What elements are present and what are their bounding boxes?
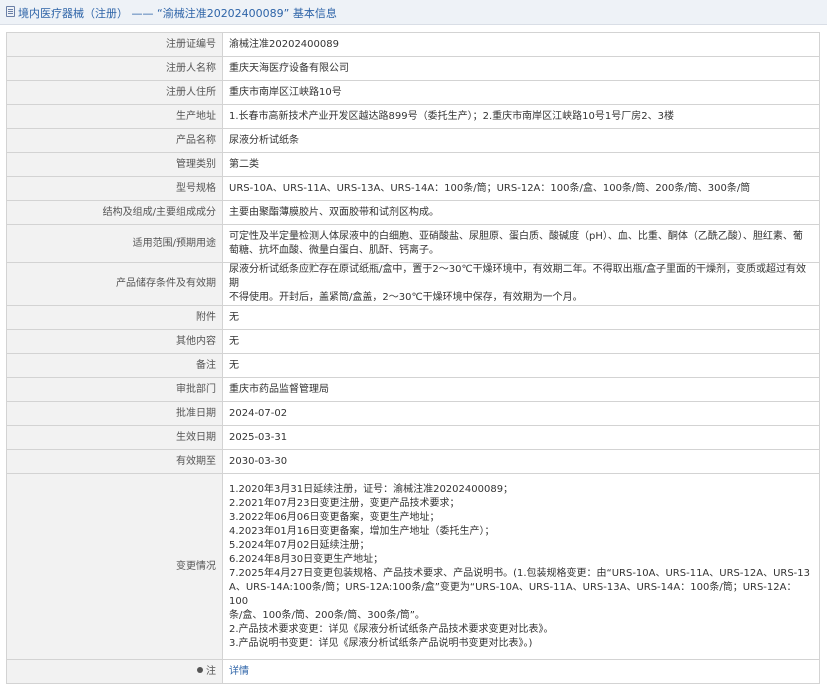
change-item: 2.2021年07月23日变更注册，变更产品技术要求； [229,497,460,509]
field-label: 变更情况 [6,473,223,660]
field-label: 有效期至 [6,449,223,474]
field-value: 2030-03-30 [222,449,820,474]
field-value: 无 [222,353,820,378]
table-row: 注册证编号 渝械注准20202400089 [6,32,820,57]
table-row: 备注 无 [6,353,820,378]
note-label-cell: 注 [6,659,223,684]
table-row: 产品名称 尿液分析试纸条 [6,128,820,153]
change-item: 3.2022年06月06日变更备案，变更生产地址； [229,511,440,523]
field-label: 生效日期 [6,425,223,450]
table-row: 管理类别 第二类 [6,152,820,177]
change-item: 4.2023年01月16日变更备案，增加生产地址（委托生产）； [229,525,495,537]
change-item: A、URS-14A:100条/筒；URS-12A:100条/盒”变更为“URS-… [229,581,797,607]
change-item: 1.2020年3月31日延续注册，证号：渝械注准20202400089； [229,483,514,495]
table-row: 其他内容 无 [6,329,820,354]
table-row: 审批部门 重庆市药品监督管理局 [6,377,820,402]
table-row: 结构及组成/主要组成成分 主要由聚酯薄膜胶片、双面胶带和试剂区构成。 [6,200,820,225]
table-row: 适用范围/预期用途 可定性及半定量检测人体尿液中的白细胞、亚硝酸盐、尿胆原、蛋白… [6,224,820,263]
field-label: 批准日期 [6,401,223,426]
page-header: 境内医疗器械（注册） —— “渝械注准20202400089” 基本信息 [0,0,827,25]
pin-icon [197,666,203,673]
field-label: 备注 [6,353,223,378]
table-row: 有效期至 2030-03-30 [6,449,820,474]
text-line: 不得使用。开封后，盖紧筒/盒盖，2～30℃干燥环境中保存，有效期为一个月。 [229,292,583,303]
field-label: 生产地址 [6,104,223,129]
field-value: 详情 [222,659,820,684]
change-item: 5.2024年07月02日延续注册； [229,539,370,551]
field-label: 产品名称 [6,128,223,153]
details-link[interactable]: 详情 [229,666,249,677]
field-value: 1.长春市高新技术产业开发区越达路899号（委托生产）；2.重庆市南岸区江峡路1… [222,104,820,129]
field-label: 型号规格 [6,176,223,201]
field-value: 无 [222,329,820,354]
table-row: 变更情况 1.2020年3月31日延续注册，证号：渝械注准20202400089… [6,473,820,660]
field-label: 注册人住所 [6,80,223,105]
field-value: 尿液分析试纸条应贮存在原试纸瓶/盒中，置于2～30℃干燥环境中，有效期二年。不得… [222,262,820,306]
field-value: 2024-07-02 [222,401,820,426]
change-item: 6.2024年8月30日变更生产地址； [229,553,384,565]
field-label: 审批部门 [6,377,223,402]
field-label: 管理类别 [6,152,223,177]
field-value: 无 [222,305,820,330]
field-value: 第二类 [222,152,820,177]
field-label: 其他内容 [6,329,223,354]
field-label: 结构及组成/主要组成成分 [6,200,223,225]
table-row: 产品储存条件及有效期 尿液分析试纸条应贮存在原试纸瓶/盒中，置于2～30℃干燥环… [6,262,820,306]
field-label: 注册证编号 [6,32,223,57]
text-line: 萄糖、抗坏血酸、微量白蛋白、肌酐、钙离子。 [229,244,439,256]
field-value: 尿液分析试纸条 [222,128,820,153]
field-label: 附件 [6,305,223,330]
table-row: 生产地址 1.长春市高新技术产业开发区越达路899号（委托生产）；2.重庆市南岸… [6,104,820,129]
field-value: 2025-03-31 [222,425,820,450]
field-label: 适用范围/预期用途 [6,224,223,263]
table-row: 生效日期 2025-03-31 [6,425,820,450]
table-row: 附件 无 [6,305,820,330]
field-value: URS-10A、URS-11A、URS-13A、URS-14A：100条/筒；U… [222,176,820,201]
table-row: 型号规格 URS-10A、URS-11A、URS-13A、URS-14A：100… [6,176,820,201]
field-value: 渝械注准20202400089 [222,32,820,57]
text-line: 尿液分析试纸条应贮存在原试纸瓶/盒中，置于2～30℃干燥环境中，有效期二年。不得… [229,264,807,289]
note-label: 注 [206,665,216,677]
text-line: 可定性及半定量检测人体尿液中的白细胞、亚硝酸盐、尿胆原、蛋白质、酸碱度（pH）、… [229,230,803,242]
change-item: 3.产品说明书变更：详见《尿液分析试纸条产品说明书变更对比表》。) [229,637,533,649]
table-row: 批准日期 2024-07-02 [6,401,820,426]
field-value: 重庆天海医疗设备有限公司 [222,56,820,81]
field-label: 产品储存条件及有效期 [6,262,223,306]
field-value: 重庆市南岸区江峡路10号 [222,80,820,105]
page-title: 境内医疗器械（注册） —— “渝械注准20202400089” 基本信息 [18,7,337,20]
table-row: 注 详情 [6,659,820,684]
field-value: 主要由聚酯薄膜胶片、双面胶带和试剂区构成。 [222,200,820,225]
field-value: 重庆市药品监督管理局 [222,377,820,402]
change-item: 7.2025年4月27日变更包装规格、产品技术要求、产品说明书。(1.包装规格变… [229,567,811,579]
document-icon [6,6,15,17]
field-label: 注册人名称 [6,56,223,81]
change-item: 2.产品技术要求变更：详见《尿液分析试纸条产品技术要求变更对比表》。 [229,623,554,635]
change-item: 条/盒、100条/筒、200条/筒、300条/筒”。 [229,609,425,621]
info-table: 注册证编号 渝械注准20202400089 注册人名称 重庆天海医疗设备有限公司… [6,32,820,684]
table-row: 注册人名称 重庆天海医疗设备有限公司 [6,56,820,81]
changes-value: 1.2020年3月31日延续注册，证号：渝械注准20202400089； 2.2… [222,473,820,660]
table-row: 注册人住所 重庆市南岸区江峡路10号 [6,80,820,105]
field-value: 可定性及半定量检测人体尿液中的白细胞、亚硝酸盐、尿胆原、蛋白质、酸碱度（pH）、… [222,224,820,263]
